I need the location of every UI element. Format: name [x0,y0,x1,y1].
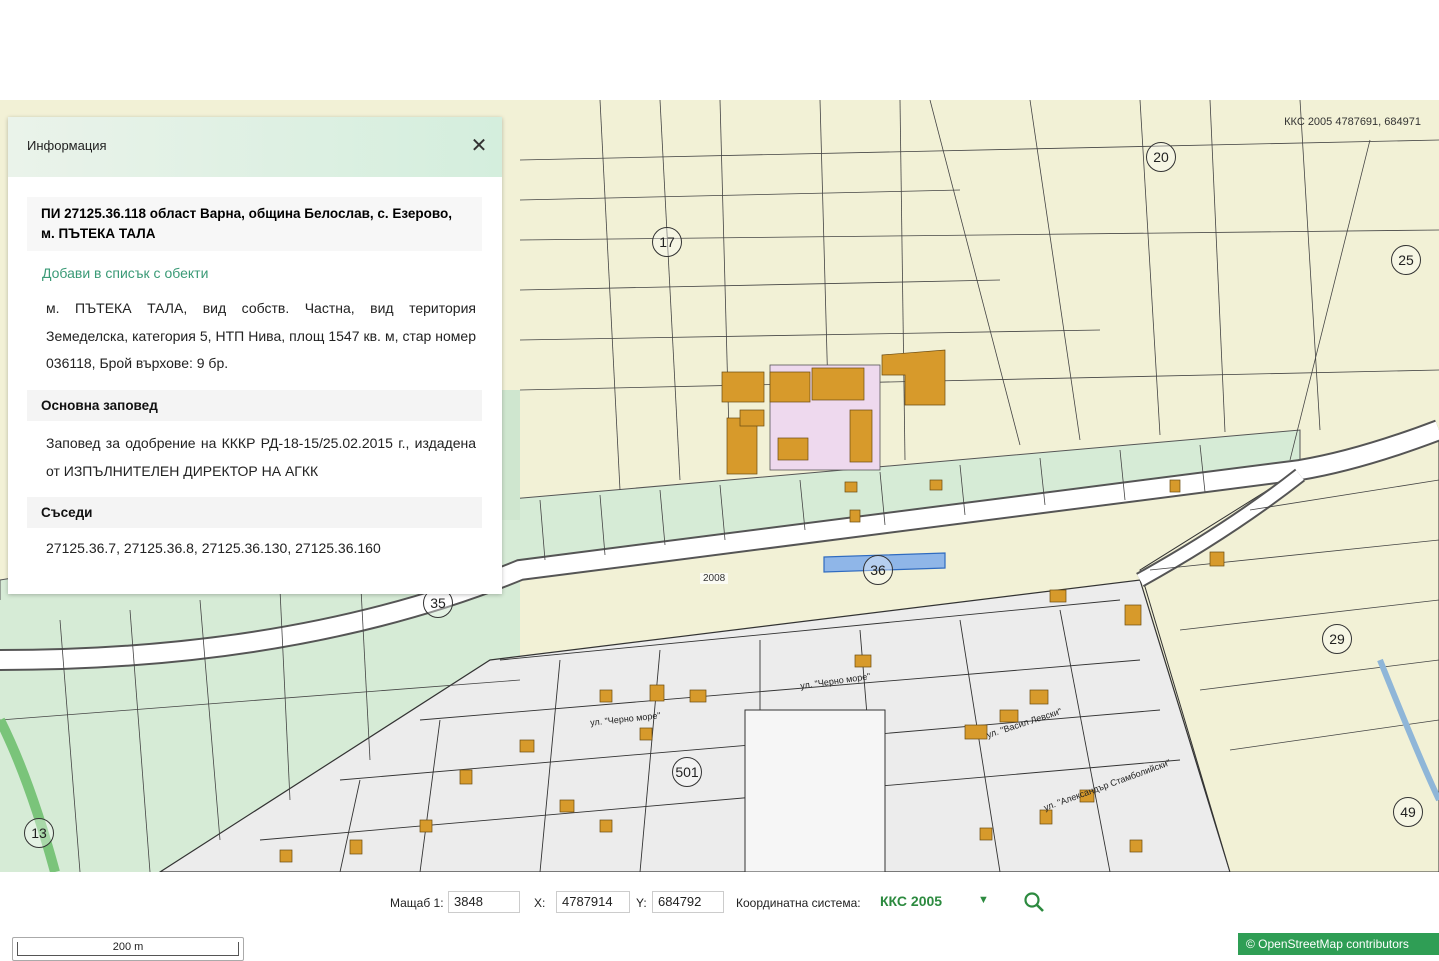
map-attribution[interactable]: © OpenStreetMap contributors [1238,933,1439,955]
order-section-heading: Основна заповед [27,390,482,421]
search-icon[interactable] [1022,890,1046,914]
crs-label: Координатна система: [736,896,861,910]
parcel-description: м. ПЪТЕКА ТАЛА, вид собств. Частна, вид … [46,300,476,371]
road-number-label: 2008 [700,573,729,584]
parcel-number-label: 29 [1322,624,1352,654]
parcel-number-label: 501 [672,757,702,787]
order-description: Заповед за одобрение на КККР РД-18-15/25… [46,435,476,479]
y-coordinate-input[interactable]: 684792 [652,891,724,913]
neighbours-section-heading: Съседи [27,497,482,528]
parcel-number-label: 17 [652,227,682,257]
scale-bar-label: 200 m [112,941,144,953]
chevron-down-icon[interactable]: ▼ [978,894,989,906]
add-to-list-link[interactable]: Добави в списък с обекти [42,265,208,281]
info-panel: Информация ✕ ПИ 27125.36.118 област Варн… [8,117,502,594]
parcel-number-label: 20 [1146,142,1176,172]
neighbours-list: 27125.36.7, 27125.36.8, 27125.36.130, 27… [46,540,381,556]
coordinate-bar: Мащаб 1: 3848 X: 4787914 Y: 684792 Коорд… [380,888,1100,920]
info-panel-title: Информация [27,138,107,153]
parcel-number-label: 13 [24,818,54,848]
scale-label: Мащаб 1: [390,896,444,910]
x-label: X: [534,896,546,910]
parcel-number-label: 49 [1393,797,1423,827]
scale-bar: 200 m [12,937,244,961]
info-panel-header: Информация ✕ [8,117,502,177]
close-icon[interactable]: ✕ [466,132,492,158]
y-label: Y: [636,896,647,910]
parcel-number-label: 25 [1391,245,1421,275]
parcel-number-label: 36 [863,555,893,585]
pointer-coordinate-readout: ККС 2005 4787691, 684971 [1284,116,1421,128]
crs-select[interactable]: ККС 2005 [880,893,942,909]
scale-input[interactable]: 3848 [448,891,520,913]
x-coordinate-input[interactable]: 4787914 [556,891,630,913]
parcel-title: ПИ 27125.36.118 област Варна, община Бел… [27,197,482,251]
